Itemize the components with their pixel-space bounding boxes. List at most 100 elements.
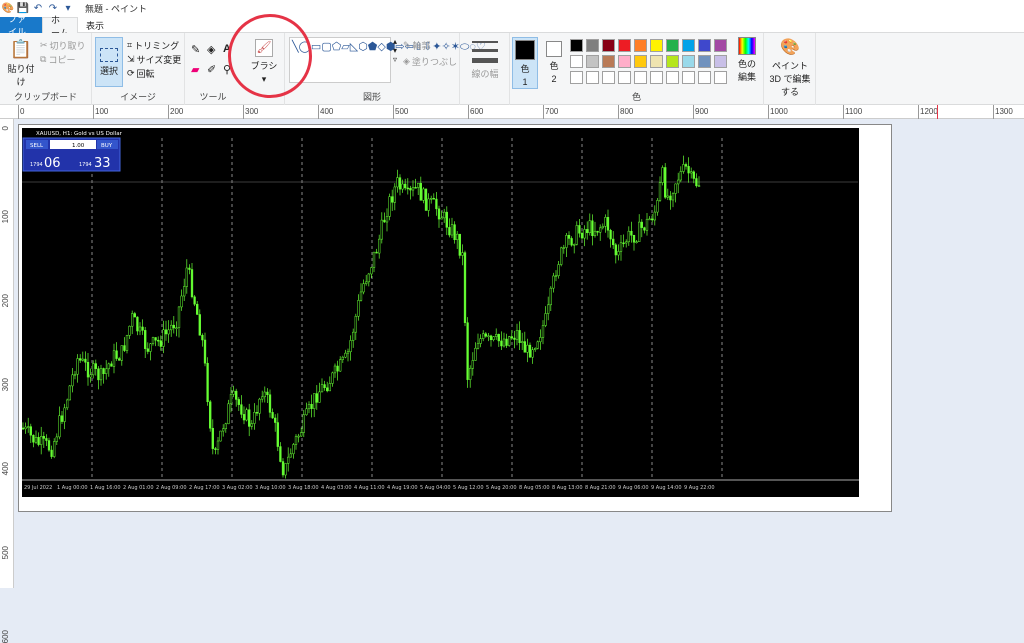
candle-body	[255, 412, 259, 414]
candle-body	[258, 398, 261, 414]
palette-swatch[interactable]	[586, 39, 599, 52]
color-picker-icon[interactable]: ✐	[207, 63, 216, 76]
palette-swatch[interactable]	[714, 71, 727, 84]
palette-swatch[interactable]	[618, 71, 631, 84]
gallery-scroll-icon[interactable]: ▴ ▾ ▿	[393, 37, 397, 64]
candle-body	[596, 230, 599, 233]
color2-button[interactable]: 色 2	[542, 41, 566, 84]
palette-swatch[interactable]	[602, 71, 615, 84]
candle-body	[115, 350, 118, 359]
candle-body	[513, 337, 516, 340]
palette-swatch[interactable]	[666, 39, 679, 52]
candle-body	[523, 341, 526, 353]
copy-button[interactable]: ⧉ コピー	[40, 53, 75, 66]
chart-symbol-label: XAUUSD, H1: Gold vs US Dollar	[36, 131, 123, 137]
palette-swatch[interactable]	[634, 39, 647, 52]
palette-swatch[interactable]	[634, 55, 647, 68]
ruler-tick-label: 1000	[770, 107, 788, 116]
ruler-tick-label: 0	[1, 126, 10, 131]
outline-button[interactable]: ✎ 輪郭	[403, 39, 431, 52]
palette-swatch[interactable]	[666, 55, 679, 68]
eraser-icon[interactable]: ▰	[191, 63, 199, 76]
line-medium-icon	[472, 49, 498, 52]
candle-body	[154, 337, 157, 341]
canvas[interactable]: 1801.101796.301794.151792.501790.251788.…	[18, 124, 892, 512]
paint3d-button[interactable]: 🎨 ペイント 3D で編集する	[766, 37, 814, 98]
candle-body	[185, 267, 188, 287]
candle-body	[305, 408, 308, 416]
candle-body	[222, 428, 225, 432]
palette-swatch[interactable]	[570, 39, 583, 52]
candle-body	[297, 435, 300, 438]
palette-swatch[interactable]	[602, 55, 615, 68]
palette-swatch[interactable]	[682, 55, 695, 68]
candle-body	[180, 295, 183, 308]
palette-swatch[interactable]	[714, 39, 727, 52]
select-button[interactable]: 選択	[95, 37, 123, 87]
candle-body	[159, 340, 162, 347]
paste-button[interactable]: 📋 貼り付け	[4, 39, 38, 88]
palette-swatch[interactable]	[650, 71, 663, 84]
resize-button[interactable]: ⇲ サイズ変更	[127, 53, 181, 66]
palette-swatch[interactable]	[714, 55, 727, 68]
candle-body	[120, 345, 123, 361]
candle-body	[411, 187, 415, 191]
tab-view[interactable]: 表示	[78, 17, 112, 33]
tab-file[interactable]: ファイル	[0, 14, 42, 37]
palette-swatch[interactable]	[650, 39, 663, 52]
fill-bucket-icon[interactable]: ◈	[207, 43, 215, 56]
palette-swatch[interactable]	[650, 55, 663, 68]
cut-button[interactable]: ✂ 切り取り	[40, 39, 86, 52]
size-button[interactable]: 線の幅	[470, 39, 500, 80]
candle-body	[313, 393, 316, 409]
candle-body	[544, 313, 547, 326]
palette-swatch[interactable]	[570, 71, 583, 84]
candle-body	[344, 352, 347, 358]
palette-swatch[interactable]	[698, 55, 711, 68]
palette-swatch[interactable]	[602, 39, 615, 52]
fill-button[interactable]: ◈ 塗りつぶし	[403, 55, 457, 68]
tab-home[interactable]: ホーム	[42, 15, 78, 38]
rotate-label: 回転	[136, 69, 155, 79]
candle-body	[341, 356, 344, 360]
buy-price-prefix: 1794	[79, 162, 92, 168]
candle-body	[281, 461, 285, 476]
title-bar: 🎨 💾 ↶ ↷ ▾ 無題 - ペイント	[0, 0, 1024, 17]
color1-number: 1	[522, 77, 528, 87]
candle-body	[211, 427, 214, 449]
edit-colors-button[interactable]: 色の 編集	[732, 37, 762, 83]
palette-swatch[interactable]	[586, 71, 599, 84]
crop-button[interactable]: ⌗ トリミング	[127, 39, 179, 52]
time-label: 2 Aug 17:00	[189, 485, 220, 491]
palette-swatch[interactable]	[698, 71, 711, 84]
candle-body	[318, 391, 321, 403]
rotate-button[interactable]: ⟳ 回転	[127, 67, 155, 80]
palette-swatch[interactable]	[586, 55, 599, 68]
palette-swatch[interactable]	[682, 39, 695, 52]
sell-label: SELL	[30, 143, 44, 149]
candle-body	[653, 211, 656, 221]
palette-swatch[interactable]	[666, 71, 679, 84]
candle-body	[162, 329, 165, 347]
palette-swatch[interactable]	[618, 39, 631, 52]
ruler-tick-label: 500	[395, 107, 409, 116]
candle-body	[149, 343, 152, 352]
candle-body	[86, 362, 90, 378]
candle-body	[684, 164, 688, 167]
color1-button[interactable]: 色 1	[512, 37, 538, 89]
palette-swatch[interactable]	[634, 71, 647, 84]
pencil-icon[interactable]: ✎	[191, 43, 200, 56]
palette-swatch[interactable]	[570, 55, 583, 68]
palette-swatch[interactable]	[682, 71, 695, 84]
candle-body	[170, 324, 173, 331]
palette-swatch[interactable]	[698, 39, 711, 52]
candle-body	[73, 373, 77, 376]
candle-body	[479, 338, 482, 344]
candle-body	[45, 438, 48, 441]
color1-label: 色	[520, 64, 530, 74]
candle-body	[378, 238, 381, 254]
candle-body	[151, 337, 155, 345]
group-clipboard: 📋 貼り付け ✂ 切り取り ⧉ コピー クリップボード	[0, 33, 92, 105]
candle-body	[66, 399, 69, 409]
palette-swatch[interactable]	[618, 55, 631, 68]
